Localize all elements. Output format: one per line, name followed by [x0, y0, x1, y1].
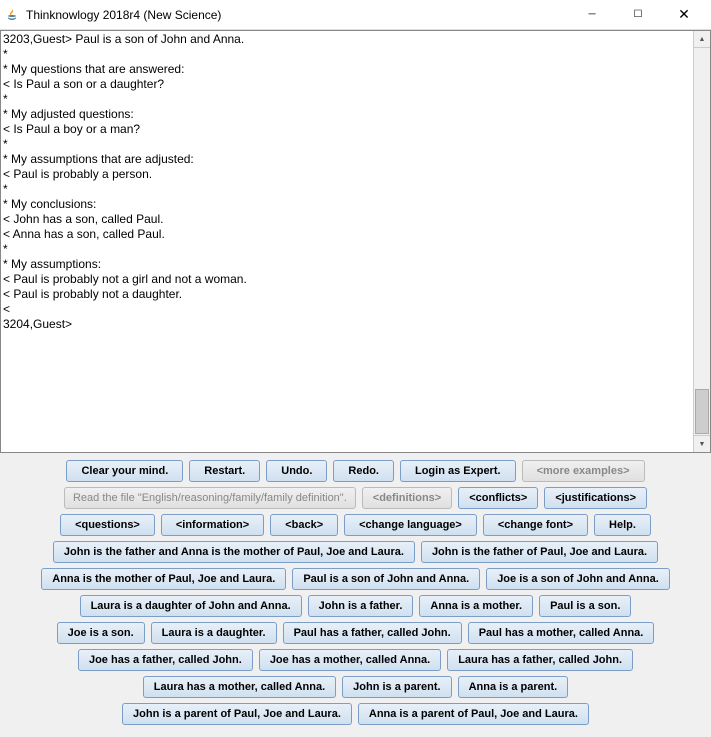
information-button[interactable]: <information> — [161, 514, 264, 536]
questions-button[interactable]: <questions> — [60, 514, 155, 536]
example-button[interactable]: Paul has a father, called John. — [283, 622, 462, 644]
example-button[interactable]: John is the father and Anna is the mothe… — [53, 541, 415, 563]
change-language-button[interactable]: <change language> — [344, 514, 477, 536]
example-button[interactable]: Paul is a son of John and Anna. — [292, 568, 480, 590]
more-examples-button: <more examples> — [522, 460, 645, 482]
redo-button[interactable]: Redo. — [333, 460, 394, 482]
back-button[interactable]: <back> — [270, 514, 338, 536]
example-button[interactable]: Joe has a father, called John. — [78, 649, 253, 671]
restart-button[interactable]: Restart. — [189, 460, 260, 482]
close-button[interactable]: ✕ — [661, 0, 707, 30]
example-button[interactable]: Anna is a parent of Paul, Joe and Laura. — [358, 703, 589, 725]
scroll-down-button[interactable]: ▼ — [694, 435, 710, 452]
example-button[interactable]: Anna is a mother. — [419, 595, 533, 617]
example-button[interactable]: John is the father of Paul, Joe and Laur… — [421, 541, 658, 563]
title-bar: Thinknowlogy 2018r4 (New Science) ─ ☐ ✕ — [0, 0, 711, 30]
change-font-button[interactable]: <change font> — [483, 514, 588, 536]
window-title: Thinknowlogy 2018r4 (New Science) — [26, 8, 569, 22]
clear-button[interactable]: Clear your mind. — [66, 460, 183, 482]
minimize-button[interactable]: ─ — [569, 0, 615, 30]
button-panel: Clear your mind. Restart. Undo. Redo. Lo… — [0, 453, 711, 737]
console-text[interactable]: 3203,Guest> Paul is a son of John and An… — [1, 31, 693, 452]
maximize-button[interactable]: ☐ — [615, 0, 661, 30]
example-button[interactable]: Anna is a parent. — [458, 676, 569, 698]
justifications-button[interactable]: <justifications> — [544, 487, 647, 509]
example-button[interactable]: Paul has a mother, called Anna. — [468, 622, 655, 644]
example-button[interactable]: Anna is the mother of Paul, Joe and Laur… — [41, 568, 286, 590]
undo-button[interactable]: Undo. — [266, 460, 327, 482]
login-button[interactable]: Login as Expert. — [400, 460, 516, 482]
definitions-button: <definitions> — [362, 487, 452, 509]
example-button[interactable]: John is a father. — [308, 595, 414, 617]
example-button[interactable]: Joe is a son. — [57, 622, 145, 644]
scroll-thumb[interactable] — [695, 389, 709, 434]
conflicts-button[interactable]: <conflicts> — [458, 487, 538, 509]
example-button[interactable]: Joe is a son of John and Anna. — [486, 568, 670, 590]
read-file-button: Read the file "English/reasoning/family/… — [64, 487, 356, 509]
console-pane: 3203,Guest> Paul is a son of John and An… — [0, 30, 711, 453]
example-button[interactable]: Laura is a daughter of John and Anna. — [80, 595, 302, 617]
help-button[interactable]: Help. — [594, 514, 651, 536]
example-button[interactable]: John is a parent. — [342, 676, 451, 698]
scrollbar[interactable]: ▲ ▼ — [693, 31, 710, 452]
example-button[interactable]: Joe has a mother, called Anna. — [259, 649, 441, 671]
java-icon — [4, 7, 20, 23]
example-button[interactable]: Laura has a father, called John. — [447, 649, 633, 671]
example-button[interactable]: Laura has a mother, called Anna. — [143, 676, 336, 698]
example-button[interactable]: Paul is a son. — [539, 595, 631, 617]
example-button[interactable]: John is a parent of Paul, Joe and Laura. — [122, 703, 352, 725]
example-button[interactable]: Laura is a daughter. — [151, 622, 277, 644]
scroll-up-button[interactable]: ▲ — [694, 31, 710, 48]
